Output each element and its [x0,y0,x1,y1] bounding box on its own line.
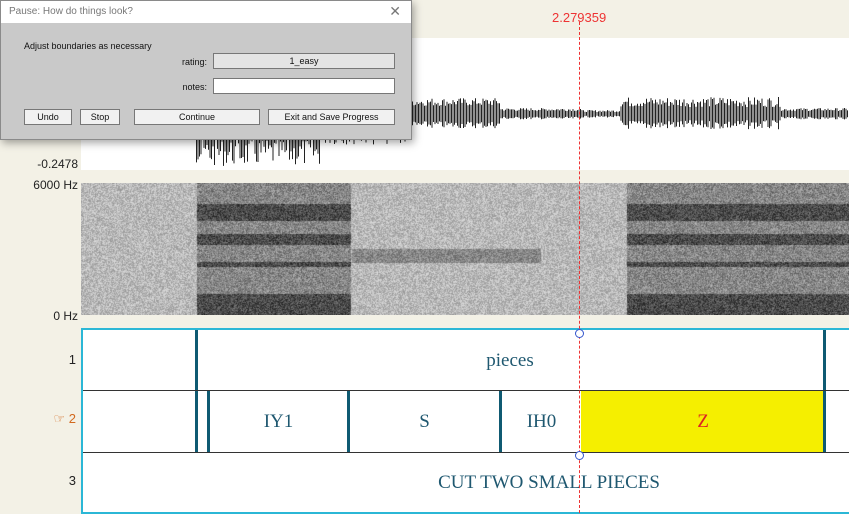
textgrid-panel[interactable]: pieces IY1 S IH0 Z CUT TWO SMALL PIECES [81,328,849,514]
pause-dialog: Pause: How do things look? ✕ Adjust boun… [0,0,412,140]
tier-3-number: 3 [68,473,76,488]
rating-label: rating: [181,57,207,67]
waveform-ymin-label: -0.2478 [37,157,78,171]
boundary-handle[interactable] [575,451,584,460]
tier-separator [83,452,849,453]
pointer-hand-icon: ☞ [53,411,66,426]
spectrogram-image [81,183,849,315]
exit-save-button[interactable]: Exit and Save Progress [268,109,395,125]
boundary-handle[interactable] [575,329,584,338]
spectrogram-fmax-label: 6000 Hz [33,178,78,192]
tier-2-number-text: 2 [68,411,76,426]
tier-2-boundary[interactable] [195,391,198,452]
tier-1-number: 1 [68,352,76,367]
tier-2-number[interactable]: ☞ 2 [0,411,76,427]
notes-label: notes: [182,82,207,92]
tier-1-interval-label[interactable]: pieces [195,350,825,372]
dialog-title: Pause: How do things look? [9,6,133,17]
spectrogram-fmin-label: 0 Hz [53,309,78,323]
rating-dropdown[interactable]: 1_easy [213,53,395,69]
dialog-instruction: Adjust boundaries as necessary [24,41,152,51]
cursor-line[interactable] [579,22,580,513]
undo-button[interactable]: Undo [24,109,72,125]
continue-button[interactable]: Continue [134,109,260,125]
dialog-title-bar[interactable]: Pause: How do things look? ✕ [1,1,411,23]
tier-3-interval-label[interactable]: CUT TWO SMALL PIECES [83,472,849,494]
tier-2-interval-label[interactable]: S [350,411,499,433]
close-icon[interactable]: ✕ [389,3,401,20]
spectrogram-panel[interactable] [81,183,849,315]
stop-button[interactable]: Stop [80,109,120,125]
tier-2-interval-label-selected[interactable]: Z [581,411,825,433]
notes-input[interactable] [213,78,395,94]
tier-2-interval-label[interactable]: IH0 [502,411,581,433]
tier-2-interval-label[interactable]: IY1 [210,411,347,433]
